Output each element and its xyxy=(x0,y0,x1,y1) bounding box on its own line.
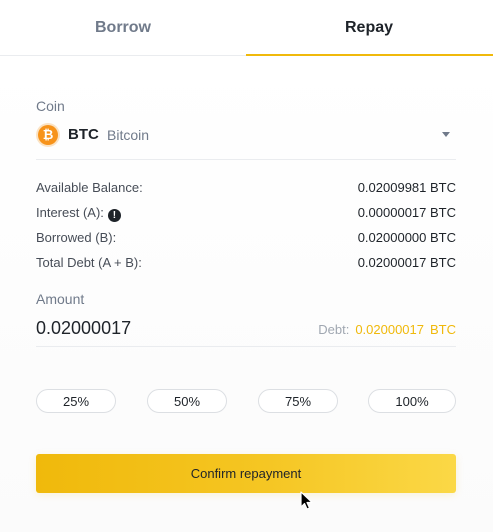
detail-label: Borrowed (B): xyxy=(36,230,117,245)
coin-select[interactable]: ₿ BTC Bitcoin xyxy=(36,120,456,160)
tab-borrow[interactable]: Borrow xyxy=(0,0,246,56)
percent-100-button[interactable]: 100% xyxy=(368,389,456,413)
percent-25-button[interactable]: 25% xyxy=(36,389,116,413)
detail-value: 0.00000017 BTC xyxy=(357,205,456,220)
detail-label: Available Balance: xyxy=(36,180,143,195)
debt-value[interactable]: 0.02000017 xyxy=(355,322,424,337)
tab-repay[interactable]: Repay xyxy=(246,0,492,56)
tab-bar: Borrow Repay xyxy=(0,0,493,56)
detail-row-interest: Interest (A):! 0.00000017 BTC xyxy=(36,205,456,223)
percent-50-button[interactable]: 50% xyxy=(147,389,227,413)
detail-value: 0.02009981 BTC xyxy=(357,180,456,195)
detail-label-wrap: Interest (A):! xyxy=(36,205,121,222)
amount-label: Amount xyxy=(36,291,85,307)
coin-name: Bitcoin xyxy=(107,127,150,143)
amount-field: Debt: 0.02000017 BTC xyxy=(36,313,456,347)
debt-unit: BTC xyxy=(430,322,456,337)
detail-row-total-debt: Total Debt (A + B): 0.02000017 BTC xyxy=(36,255,456,273)
info-icon[interactable]: ! xyxy=(107,209,121,222)
detail-value: 0.02000000 BTC xyxy=(357,230,456,245)
mouse-cursor-icon xyxy=(300,491,313,510)
detail-row-borrowed: Borrowed (B): 0.02000000 BTC xyxy=(36,230,456,248)
detail-value: 0.02000017 BTC xyxy=(357,255,456,270)
bitcoin-icon: ₿ xyxy=(38,125,58,145)
detail-label: Interest (A): xyxy=(36,205,104,220)
debt-label: Debt: xyxy=(318,322,350,337)
percent-75-button[interactable]: 75% xyxy=(258,389,338,413)
confirm-repayment-button[interactable]: Confirm repayment xyxy=(36,454,456,493)
debt-info: Debt: 0.02000017 BTC xyxy=(318,322,456,337)
caret-down-icon xyxy=(442,132,450,137)
coin-symbol: BTC xyxy=(68,126,99,143)
amount-input[interactable] xyxy=(36,313,296,343)
detail-label: Total Debt (A + B): xyxy=(36,255,142,270)
coin-label: Coin xyxy=(36,98,65,114)
detail-row-available-balance: Available Balance: 0.02009981 BTC xyxy=(36,180,456,198)
